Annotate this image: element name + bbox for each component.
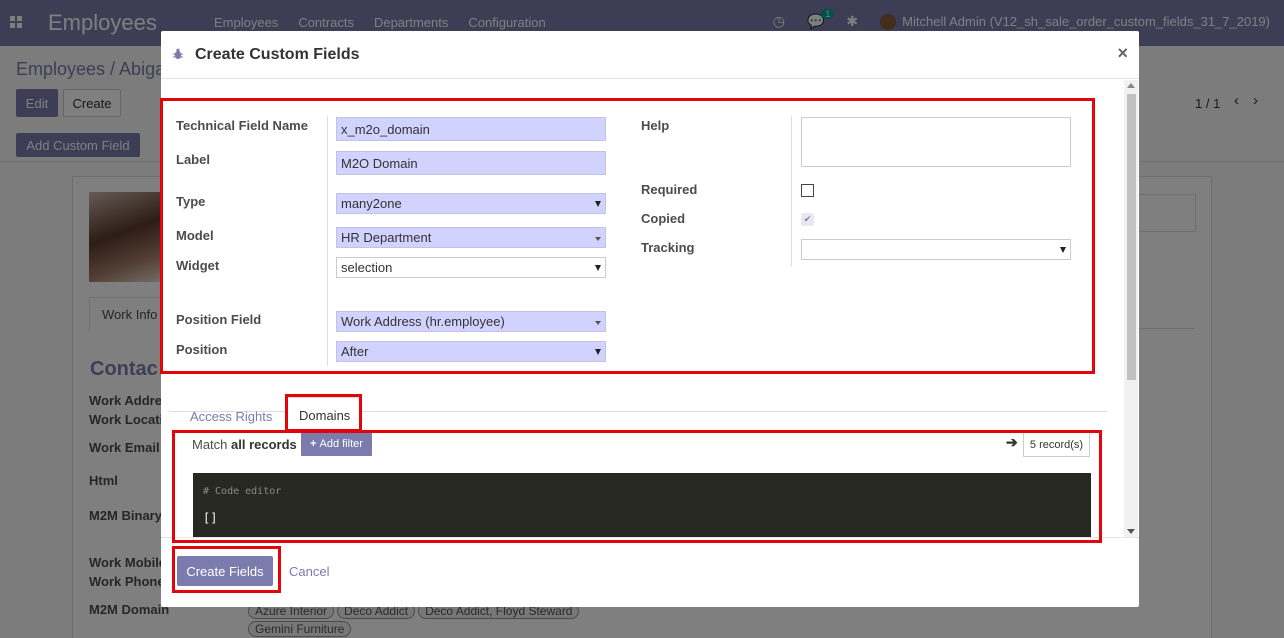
scroll-down-icon[interactable]: [1127, 529, 1135, 534]
highlight-create-button-box: [172, 546, 281, 593]
highlight-domain-editor-box: [172, 430, 1102, 543]
dialog-footer: Create Fields Cancel: [161, 537, 1139, 607]
highlight-domains-tab-box: [285, 394, 362, 432]
dialog-scrollbar[interactable]: [1124, 80, 1138, 537]
scrollbar-thumb[interactable]: [1127, 94, 1136, 380]
cancel-link[interactable]: Cancel: [289, 564, 329, 579]
bug-icon: [173, 48, 183, 59]
create-custom-fields-dialog: Create Custom Fields × Technical Field N…: [160, 31, 1139, 607]
tab-access-rights[interactable]: Access Rights: [190, 409, 272, 424]
dialog-header: Create Custom Fields ×: [161, 31, 1139, 79]
close-icon[interactable]: ×: [1117, 43, 1128, 64]
scroll-up-icon[interactable]: [1127, 83, 1135, 88]
dialog-title: Create Custom Fields: [195, 46, 360, 63]
highlight-form-box: [160, 98, 1095, 374]
